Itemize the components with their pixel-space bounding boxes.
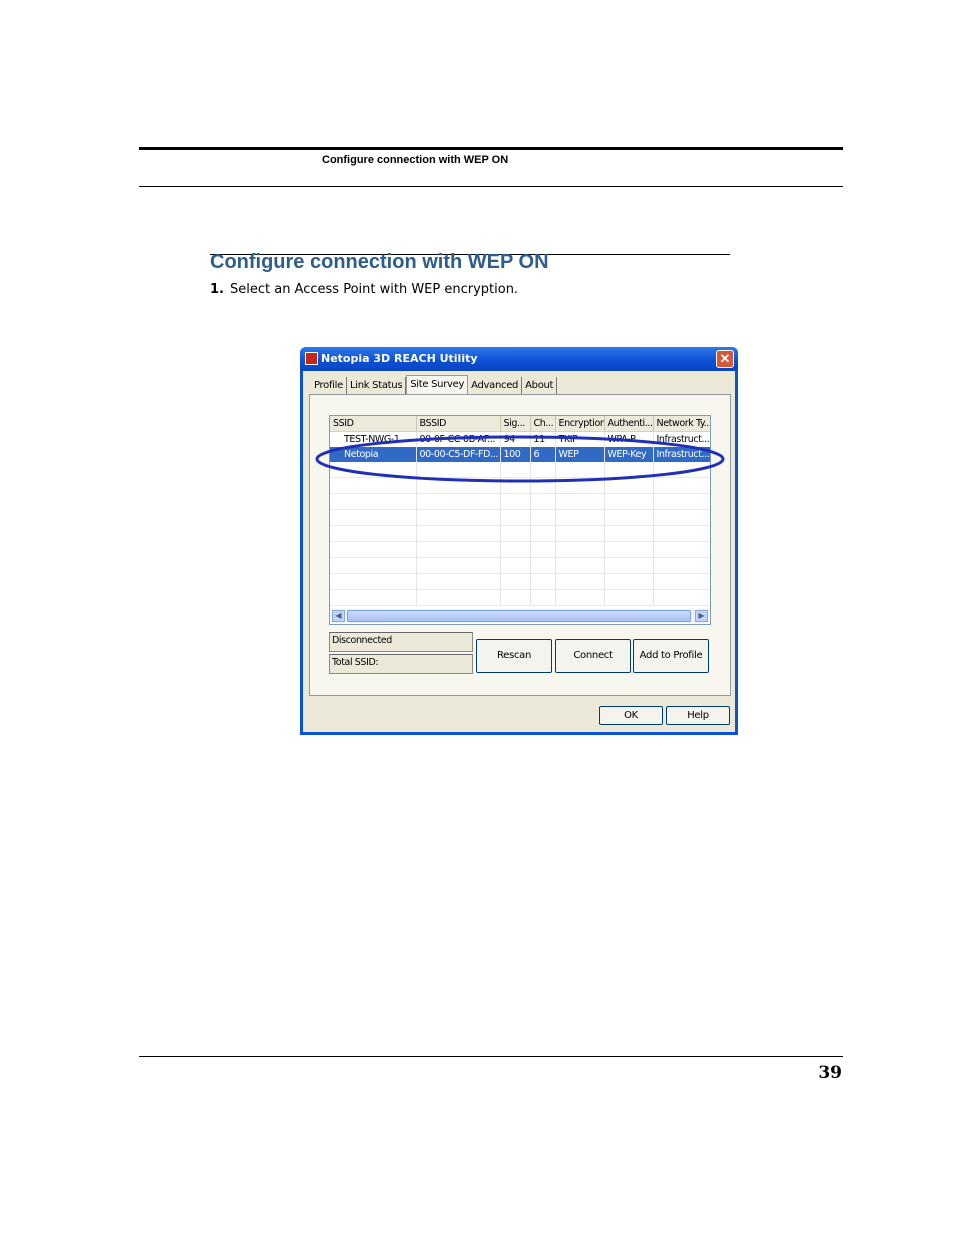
tab-advanced[interactable]: Advanced — [468, 377, 523, 395]
connect-button[interactable]: Connect — [555, 639, 631, 673]
header-top-rule — [139, 147, 843, 150]
column-channel[interactable]: Ch... — [530, 416, 556, 432]
utility-window: Netopia 3D REACH Utility ✕ Profile Link … — [300, 347, 738, 735]
scroll-thumb[interactable] — [347, 610, 691, 622]
window-title: Netopia 3D REACH Utility — [321, 352, 478, 365]
footer-rule — [139, 1056, 843, 1057]
app-icon — [305, 352, 318, 365]
tab-profile[interactable]: Profile — [311, 377, 347, 395]
horizontal-scrollbar[interactable]: ◀ ▶ — [331, 609, 709, 623]
empty-row — [330, 509, 710, 526]
total-ssid: Total SSID: — [329, 654, 473, 674]
step-text: Select an Access Point with WEP encrypti… — [229, 282, 519, 297]
column-authentication[interactable]: Authenti... — [604, 416, 654, 432]
tab-strip: Profile Link Status Site Survey Advanced… — [311, 375, 558, 396]
step-1: 1. Select an Access Point with WEP encryp… — [210, 282, 518, 297]
tab-about[interactable]: About — [522, 377, 558, 395]
section-title: Configure connection with WEP ON — [210, 251, 549, 273]
empty-row — [330, 557, 710, 574]
column-ssid[interactable]: SSID — [330, 416, 417, 432]
empty-row — [330, 525, 710, 542]
rescan-button[interactable]: Rescan — [476, 639, 552, 673]
empty-row — [330, 589, 710, 606]
column-bssid[interactable]: BSSID — [416, 416, 501, 432]
empty-row — [330, 541, 710, 558]
title-bar[interactable]: Netopia 3D REACH Utility ✕ — [300, 347, 738, 371]
highlight-ellipse — [315, 435, 725, 483]
scroll-left-icon[interactable]: ◀ — [332, 610, 345, 622]
window-client: Profile Link Status Site Survey Advanced… — [303, 371, 735, 732]
empty-row — [330, 493, 710, 510]
column-network-type[interactable]: Network Ty... — [653, 416, 710, 432]
close-button[interactable]: ✕ — [716, 350, 734, 368]
tab-link-status[interactable]: Link Status — [347, 377, 407, 395]
page-number: 39 — [818, 1063, 842, 1083]
connection-status: Disconnected — [329, 632, 473, 652]
scroll-right-icon[interactable]: ▶ — [695, 610, 708, 622]
table-header-row: SSID BSSID Sig... Ch... Encryption Authe… — [330, 416, 710, 432]
step-number: 1. — [210, 282, 224, 297]
help-button[interactable]: Help — [666, 706, 730, 725]
empty-row — [330, 573, 710, 590]
header-bottom-rule — [139, 186, 843, 187]
running-header: Configure connection with WEP ON — [322, 154, 509, 166]
column-signal[interactable]: Sig... — [500, 416, 531, 432]
add-to-profile-button[interactable]: Add to Profile — [633, 639, 709, 673]
tab-site-survey[interactable]: Site Survey — [406, 375, 469, 396]
ok-button[interactable]: OK — [599, 706, 663, 725]
column-encryption[interactable]: Encryption — [555, 416, 605, 432]
